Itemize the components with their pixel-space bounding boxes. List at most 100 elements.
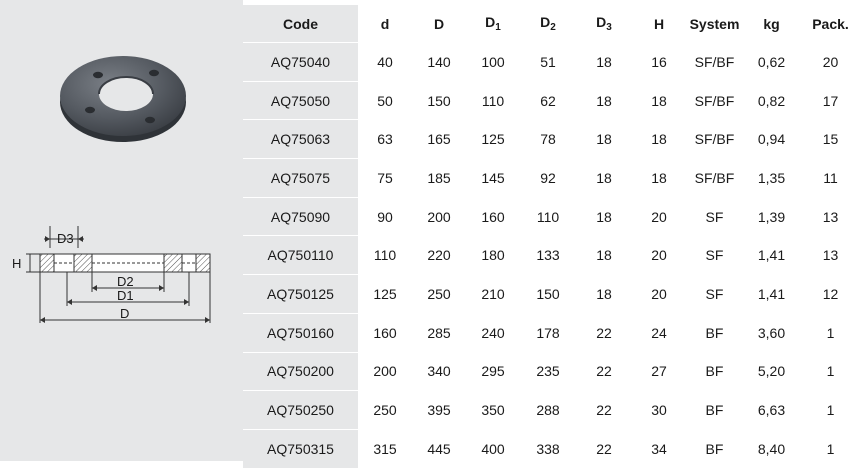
table-cell: SF/BF	[686, 80, 743, 120]
table-cell: 24	[632, 312, 686, 352]
table-row: AQ750110 110 220 180 133 18 20 SF 1,41 13	[243, 235, 861, 275]
product-code-cell: AQ75040	[243, 42, 358, 82]
table-cell: 150	[520, 274, 576, 314]
table-cell: 20	[632, 235, 686, 275]
table-cell: 18	[576, 235, 632, 275]
table-cell: 200	[412, 196, 466, 236]
table-cell: 0,82	[743, 80, 800, 120]
table-cell: 63	[358, 119, 412, 159]
table-cell: 20	[632, 196, 686, 236]
table-cell: 50	[358, 80, 412, 120]
table-cell: 78	[520, 119, 576, 159]
table-cell: 145	[466, 158, 520, 198]
table-cell: 160	[358, 312, 412, 352]
table-cell: 100	[466, 42, 520, 82]
column-header: d	[358, 5, 412, 43]
table-cell: 125	[466, 119, 520, 159]
table-cell: 235	[520, 351, 576, 391]
column-header-subscript: 2	[550, 22, 556, 33]
column-header-label: D	[596, 14, 607, 30]
table-cell: BF	[686, 351, 743, 391]
table-cell: 30	[632, 390, 686, 430]
table-cell: 20	[632, 274, 686, 314]
table-cell: 1	[800, 428, 861, 468]
table-cell: SF/BF	[686, 158, 743, 198]
table-cell: 1	[800, 351, 861, 391]
column-header-label: Pack.	[812, 15, 849, 32]
table-cell: SF	[686, 274, 743, 314]
table-cell: 1	[800, 390, 861, 430]
table-cell: 250	[412, 274, 466, 314]
column-header-subscript: 3	[606, 22, 612, 33]
product-code-cell: AQ750200	[243, 351, 358, 391]
table-cell: SF/BF	[686, 42, 743, 82]
table-cell: 22	[576, 351, 632, 391]
table-cell: 51	[520, 42, 576, 82]
table-row: AQ75063 63 165 125 78 18 18 SF/BF 0,94 15	[243, 119, 861, 159]
table-cell: 18	[576, 80, 632, 120]
table-cell: 6,63	[743, 390, 800, 430]
table-row: AQ750315 315 445 400 338 22 34 BF 8,40 1	[243, 428, 861, 468]
d2-label: D2	[117, 274, 134, 289]
table-cell: 18	[632, 158, 686, 198]
column-header: System	[686, 5, 743, 43]
table-cell: 13	[800, 196, 861, 236]
column-header-label: D	[540, 14, 551, 30]
table-cell: 160	[466, 196, 520, 236]
table-cell: 18	[632, 119, 686, 159]
table-cell: 1,35	[743, 158, 800, 198]
table-cell: 395	[412, 390, 466, 430]
table-cell: 20	[800, 42, 861, 82]
product-code-cell: AQ750250	[243, 390, 358, 430]
table-cell: 315	[358, 428, 412, 468]
table-cell: 220	[412, 235, 466, 275]
table-cell: 90	[358, 196, 412, 236]
column-header: H	[632, 5, 686, 43]
flange-photo	[60, 56, 186, 142]
table-cell: SF	[686, 196, 743, 236]
table-cell: 240	[466, 312, 520, 352]
table-cell: 150	[412, 80, 466, 120]
table-cell: 1,41	[743, 274, 800, 314]
table-cell: 22	[576, 428, 632, 468]
table-cell: 110	[520, 196, 576, 236]
table-cell: 62	[520, 80, 576, 120]
table-cell: 178	[520, 312, 576, 352]
product-code-cell: AQ75090	[243, 196, 358, 236]
table-header-row: Code d D D1 D2 D3 H System kg Pack.	[243, 5, 861, 43]
product-code-cell: AQ750110	[243, 235, 358, 275]
d1-label: D1	[117, 288, 134, 303]
column-header: D2	[520, 5, 576, 43]
table-cell: 165	[412, 119, 466, 159]
table-cell: 125	[358, 274, 412, 314]
table-cell: 200	[358, 351, 412, 391]
table-cell: 8,40	[743, 428, 800, 468]
column-header-subscript: 1	[495, 22, 501, 33]
table-row: AQ75090 90 200 160 110 18 20 SF 1,39 13	[243, 196, 861, 236]
table-row: AQ75050 50 150 110 62 18 18 SF/BF 0,82 17	[243, 80, 861, 120]
product-code-cell: AQ75050	[243, 80, 358, 120]
table-cell: 285	[412, 312, 466, 352]
table-cell: 400	[466, 428, 520, 468]
column-header-label: Code	[283, 15, 318, 32]
product-code-cell: AQ75075	[243, 158, 358, 198]
table-row: AQ750125 125 250 210 150 18 20 SF 1,41 12	[243, 274, 861, 314]
column-header: D1	[466, 5, 520, 43]
table-cell: BF	[686, 312, 743, 352]
column-header-label: D	[433, 15, 445, 32]
product-code-cell: AQ750160	[243, 312, 358, 352]
flange-dimension-drawing: D3 H D2 D1 D	[12, 226, 211, 323]
table-cell: 11	[800, 158, 861, 198]
table-cell: 34	[632, 428, 686, 468]
column-header: Pack.	[800, 5, 861, 43]
table-row: AQ75075 75 185 145 92 18 18 SF/BF 1,35 11	[243, 158, 861, 198]
table-cell: 1	[800, 312, 861, 352]
column-header: Code	[243, 5, 358, 43]
table-cell: 15	[800, 119, 861, 159]
table-body: AQ75040 40 140 100 51 18 16 SF/BF 0,62 20 AQ75050 5…	[243, 42, 861, 468]
table-cell: 340	[412, 351, 466, 391]
column-header-label: H	[653, 15, 665, 32]
table-cell: 5,20	[743, 351, 800, 391]
table-cell: 27	[632, 351, 686, 391]
table-cell: 18	[576, 42, 632, 82]
